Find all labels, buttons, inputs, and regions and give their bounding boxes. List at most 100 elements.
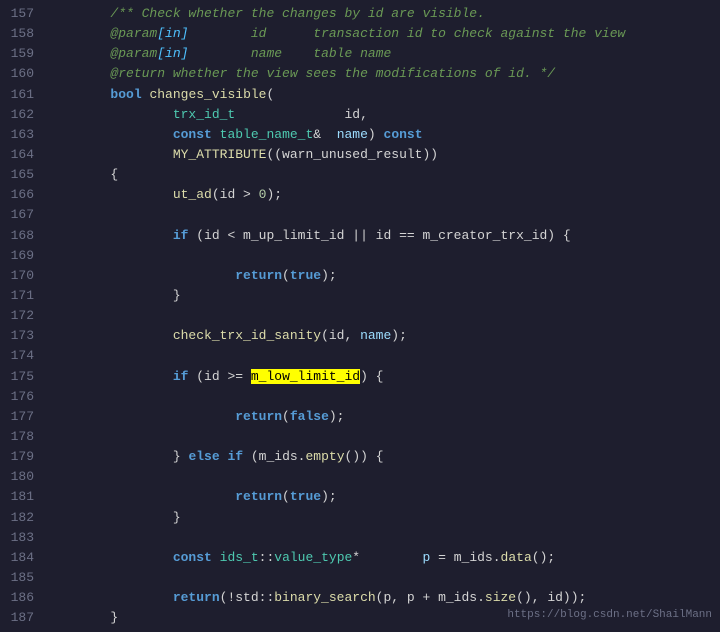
token: const (384, 127, 423, 142)
code-line: 172 (0, 306, 720, 326)
code-line: 176 (0, 387, 720, 407)
line-number: 186 (0, 588, 48, 608)
code-line: 160 @return whether the view sees the mo… (0, 64, 720, 84)
token: name table name (188, 46, 391, 61)
line-number: 165 (0, 165, 48, 185)
line-code (48, 306, 720, 326)
code-line: 165 { (0, 165, 720, 185)
token: data (501, 550, 532, 565)
token: name (360, 328, 391, 343)
token: (m_ids. (243, 449, 305, 464)
token: * (352, 550, 422, 565)
line-code: } (48, 508, 720, 528)
line-code: if (id >= m_low_limit_id) { (48, 367, 720, 387)
line-number: 171 (0, 286, 48, 306)
token: id transaction id to check against the v… (188, 26, 625, 41)
code-line: 159 @param[in] name table name (0, 44, 720, 64)
token: true (290, 268, 321, 283)
line-number: 172 (0, 306, 48, 326)
token (48, 328, 173, 343)
line-number: 161 (0, 85, 48, 105)
token: ); (321, 268, 337, 283)
code-viewer: 157 /** Check whether the changes by id … (0, 0, 720, 632)
line-number: 179 (0, 447, 48, 467)
code-line: 185 (0, 568, 720, 588)
line-number: 164 (0, 145, 48, 165)
token: } (48, 288, 181, 303)
code-line: 170 return(true); (0, 266, 720, 286)
token: if (227, 449, 243, 464)
line-code: if (id < m_up_limit_id || id == m_creato… (48, 226, 720, 246)
line-number: 169 (0, 246, 48, 266)
token: (id > (212, 187, 259, 202)
token: false (290, 409, 329, 424)
line-code: const table_name_t& name) const (48, 125, 720, 145)
token (48, 228, 173, 243)
token: = m_ids. (430, 550, 500, 565)
token (212, 550, 220, 565)
token: id, (235, 107, 368, 122)
code-area: 157 /** Check whether the changes by id … (0, 4, 720, 628)
line-number: 162 (0, 105, 48, 125)
token: @return whether the view sees the modifi… (110, 66, 555, 81)
token: trx_id_t (173, 107, 235, 122)
token (48, 107, 173, 122)
line-code: MY_ATTRIBUTE((warn_unused_result)) (48, 145, 720, 165)
token: /** Check whether the changes by id are … (110, 6, 484, 21)
code-line: 179 } else if (m_ids.empty()) { (0, 447, 720, 467)
line-code: /** Check whether the changes by id are … (48, 4, 720, 24)
line-code (48, 346, 720, 366)
token: if (173, 369, 189, 384)
token: else (188, 449, 219, 464)
token: ); (391, 328, 407, 343)
line-number: 163 (0, 125, 48, 145)
line-code: bool changes_visible( (48, 85, 720, 105)
line-number: 170 (0, 266, 48, 286)
line-code: const ids_t::value_type* p = m_ids.data(… (48, 548, 720, 568)
token: @param (110, 46, 157, 61)
line-number: 180 (0, 467, 48, 487)
line-code: trx_id_t id, (48, 105, 720, 125)
token: } (48, 510, 181, 525)
token: ) (368, 127, 384, 142)
line-number: 183 (0, 528, 48, 548)
token: return (235, 489, 282, 504)
token: (); (532, 550, 555, 565)
token (48, 26, 110, 41)
line-number: 157 (0, 4, 48, 24)
token: ); (321, 489, 337, 504)
code-line: 164 MY_ATTRIBUTE((warn_unused_result)) (0, 145, 720, 165)
line-code (48, 246, 720, 266)
token: { (48, 167, 118, 182)
token: ( (282, 489, 290, 504)
code-line: 181 return(true); (0, 487, 720, 507)
token: size (485, 590, 516, 605)
line-number: 177 (0, 407, 48, 427)
line-number: 185 (0, 568, 48, 588)
token: const (173, 127, 212, 142)
code-line: 186 return(!std::binary_search(p, p + m_… (0, 588, 720, 608)
token: ) { (360, 369, 383, 384)
code-line: 177 return(false); (0, 407, 720, 427)
code-line: 163 const table_name_t& name) const (0, 125, 720, 145)
code-line: 180 (0, 467, 720, 487)
line-code: } (48, 286, 720, 306)
token (48, 268, 235, 283)
token: [in] (157, 46, 188, 61)
token (48, 409, 235, 424)
line-number: 174 (0, 346, 48, 366)
token (48, 6, 110, 21)
code-line: 175 if (id >= m_low_limit_id) { (0, 367, 720, 387)
token: return (235, 268, 282, 283)
token: ( (282, 268, 290, 283)
line-number: 160 (0, 64, 48, 84)
line-number: 167 (0, 205, 48, 225)
code-line: 157 /** Check whether the changes by id … (0, 4, 720, 24)
line-code (48, 467, 720, 487)
token: if (173, 228, 189, 243)
line-number: 182 (0, 508, 48, 528)
line-code (48, 528, 720, 548)
url-watermark: https://blog.csdn.net/ShailMann (507, 607, 712, 624)
line-number: 159 (0, 44, 48, 64)
token: (id < m_up_limit_id || id == m_creator_t… (188, 228, 570, 243)
